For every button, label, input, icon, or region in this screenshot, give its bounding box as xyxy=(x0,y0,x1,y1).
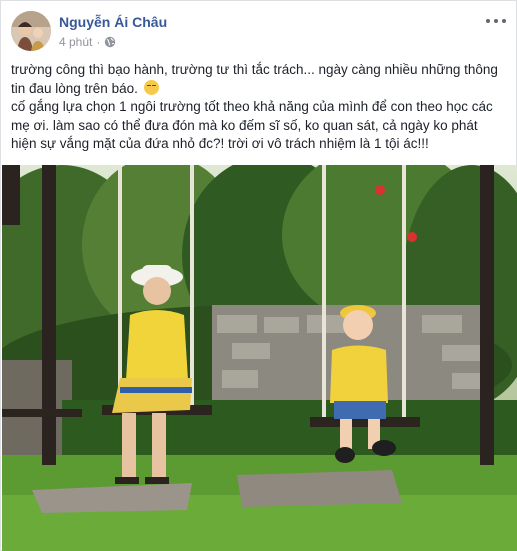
avatar[interactable] xyxy=(11,11,51,51)
post-photo[interactable] xyxy=(2,165,517,551)
photo-swings-garden xyxy=(2,165,517,551)
post-header: Nguyễn Ái Châu 4 phút · xyxy=(11,11,506,55)
post-paragraph-2: cố gắng lựa chọn 1 ngôi trường tốt theo … xyxy=(11,99,493,151)
pensive-face-icon xyxy=(143,79,159,95)
avatar-image xyxy=(11,11,51,51)
post-paragraph-1: trường công thì bạo hành, trường tư thì … xyxy=(11,62,498,96)
post-time[interactable]: 4 phút xyxy=(59,35,92,49)
post-meta: 4 phút · xyxy=(59,35,116,49)
post-text: trường công thì bạo hành, trường tư thì … xyxy=(11,61,505,154)
more-options-button[interactable] xyxy=(486,13,506,29)
author-name[interactable]: Nguyễn Ái Châu xyxy=(59,14,167,30)
globe-icon[interactable] xyxy=(104,36,116,48)
facebook-post: Nguyễn Ái Châu 4 phút · trường công thì … xyxy=(0,0,517,551)
more-dots-icon xyxy=(486,19,490,23)
